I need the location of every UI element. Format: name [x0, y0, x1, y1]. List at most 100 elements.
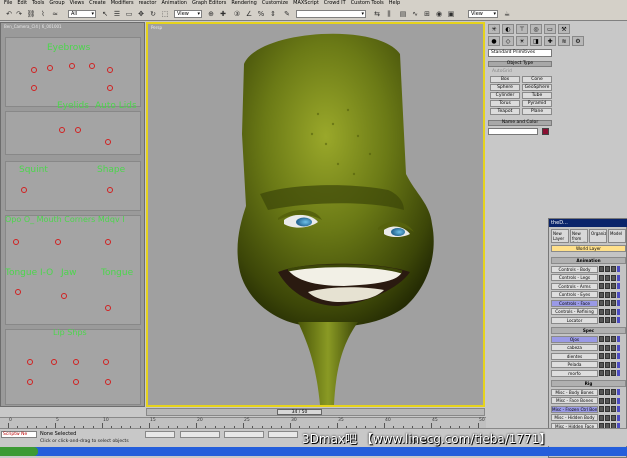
layer-hide-toggle[interactable]	[599, 266, 604, 272]
select-icon[interactable]: ↖	[100, 9, 110, 19]
layer-row[interactable]: morfo	[551, 369, 626, 377]
utilities-tab-icon[interactable]: ⚒	[558, 24, 570, 34]
layer-row[interactable]: Misc - Hidden Body	[551, 414, 626, 421]
display-tab-icon[interactable]: ▭	[544, 24, 556, 34]
layer-row[interactable]: Misc - Body Bones	[551, 388, 626, 396]
maxscript-listener[interactable]: Scriptw Ne	[1, 431, 37, 438]
layer-freeze-toggle[interactable]	[605, 308, 610, 315]
perspective-viewport[interactable]: Persp	[146, 22, 485, 407]
select-manipulate-icon[interactable]: ✚	[218, 9, 228, 19]
layer-row[interactable]: Misc - Face Bones	[551, 397, 626, 404]
layer-render-toggle[interactable]	[611, 389, 616, 395]
layer-render-toggle[interactable]	[611, 336, 616, 342]
menu-crowd-it[interactable]: Crowd IT	[324, 0, 346, 7]
eyebrow-control[interactable]	[69, 63, 75, 69]
layer-hide-toggle[interactable]	[599, 308, 604, 315]
layer-freeze-toggle[interactable]	[605, 344, 610, 351]
layer-hide-toggle[interactable]	[599, 300, 604, 306]
menu-reactor[interactable]: reactor	[139, 0, 157, 7]
named-selection-dropdown[interactable]	[296, 10, 366, 18]
percent-snap-icon[interactable]: %	[256, 9, 266, 19]
layer-color-swatch[interactable]	[617, 370, 620, 376]
menu-file[interactable]: File	[4, 0, 12, 7]
eyebrow-control[interactable]	[47, 65, 53, 71]
menu-tools[interactable]: Tools	[32, 0, 44, 7]
object-name-field[interactable]	[488, 128, 538, 135]
layer-hide-toggle[interactable]	[599, 406, 604, 412]
undo-icon[interactable]: ↶	[4, 9, 14, 19]
menu-modifiers[interactable]: Modifiers	[111, 0, 134, 7]
lip-control[interactable]	[105, 379, 111, 385]
schematic-view-icon[interactable]: ⊞	[422, 9, 432, 19]
systems-icon[interactable]: ⚙	[572, 36, 584, 46]
organize-button[interactable]: Organize	[589, 229, 607, 243]
layer-render-toggle[interactable]	[611, 308, 616, 315]
lip-control[interactable]	[73, 379, 79, 385]
object-color-swatch[interactable]	[542, 128, 549, 135]
layer-row[interactable]: Ojos	[551, 335, 626, 343]
layer-color-swatch[interactable]	[617, 308, 620, 315]
layer-render-toggle[interactable]	[611, 317, 616, 323]
world-layer-row[interactable]: World Layer	[551, 245, 626, 252]
redo-icon[interactable]: ↷	[14, 9, 24, 19]
y-coord-field[interactable]	[224, 431, 264, 438]
layer-render-toggle[interactable]	[611, 406, 616, 412]
layer-hide-toggle[interactable]	[599, 397, 604, 404]
layer-hide-toggle[interactable]	[599, 370, 604, 376]
lock-selection-toggle[interactable]	[145, 431, 175, 438]
time-slider[interactable]: 34 / 50	[146, 408, 485, 416]
menu-animation[interactable]: Animation	[161, 0, 187, 7]
layer-color-swatch[interactable]	[617, 353, 620, 359]
timeline-ruler[interactable]: 0 5 10 15 20 25 30 35 40 45 50	[0, 417, 486, 428]
unlink-icon[interactable]: ⌇	[38, 9, 48, 19]
layer-freeze-toggle[interactable]	[605, 266, 610, 272]
lip-control[interactable]	[73, 359, 79, 365]
tongue-control[interactable]	[105, 305, 111, 311]
shape-control[interactable]	[107, 187, 113, 193]
spacewarps-icon[interactable]: ≋	[558, 36, 570, 46]
layer-row[interactable]: Controls - Refining	[551, 308, 626, 315]
bind-icon[interactable]: ≈	[50, 9, 60, 19]
pivot-icon[interactable]: ⊕	[206, 9, 216, 19]
layer-row[interactable]: cabeza	[551, 344, 626, 351]
layer-hide-toggle[interactable]	[599, 414, 604, 421]
new-from-selection-button[interactable]: New from Selection	[570, 229, 588, 243]
layer-render-toggle[interactable]	[611, 397, 616, 404]
lip-control[interactable]	[27, 379, 33, 385]
layer-row[interactable]: dientes	[551, 352, 626, 360]
layer-row[interactable]: Animation	[551, 257, 626, 264]
layer-hide-toggle[interactable]	[599, 336, 604, 342]
layer-manager-icon[interactable]: ▤	[398, 9, 408, 19]
layer-color-swatch[interactable]	[617, 344, 620, 351]
mouth-control[interactable]	[105, 239, 111, 245]
layer-color-swatch[interactable]	[617, 291, 620, 298]
menu-rendering[interactable]: Rendering	[231, 0, 257, 7]
layer-row[interactable]: Rig	[551, 380, 626, 387]
squint-control[interactable]	[21, 187, 27, 193]
motion-tab-icon[interactable]: ◎	[530, 24, 542, 34]
autogrid-checkbox[interactable]: AutoGrid	[492, 69, 512, 74]
layer-color-swatch[interactable]	[617, 283, 620, 289]
layer-row[interactable]: Controls - Eyes	[551, 291, 626, 298]
create-torus-button[interactable]: Torus	[490, 100, 520, 107]
tongue-control[interactable]	[15, 289, 21, 295]
lip-control[interactable]	[27, 359, 33, 365]
menu-graph-editors[interactable]: Graph Editors	[192, 0, 226, 7]
start-button[interactable]	[0, 447, 38, 456]
view-dropdown[interactable]: View	[468, 10, 498, 18]
layer-freeze-toggle[interactable]	[605, 397, 610, 404]
layer-color-swatch[interactable]	[617, 274, 620, 281]
layer-row[interactable]: Controls - Body	[551, 265, 626, 273]
layer-render-toggle[interactable]	[611, 361, 616, 368]
layer-freeze-toggle[interactable]	[605, 370, 610, 376]
geometry-icon[interactable]: ●	[488, 36, 500, 46]
layer-render-toggle[interactable]	[611, 353, 616, 359]
layer-hide-toggle[interactable]	[599, 283, 604, 289]
mouth-control[interactable]	[13, 239, 19, 245]
menu-create[interactable]: Create	[89, 0, 106, 7]
layer-hide-toggle[interactable]	[599, 274, 604, 281]
link-icon[interactable]: ⛓	[26, 9, 36, 19]
create-cone-button[interactable]: Cone	[522, 76, 552, 83]
layer-render-toggle[interactable]	[611, 414, 616, 421]
object-type-rollout[interactable]: Object Type	[488, 61, 552, 67]
